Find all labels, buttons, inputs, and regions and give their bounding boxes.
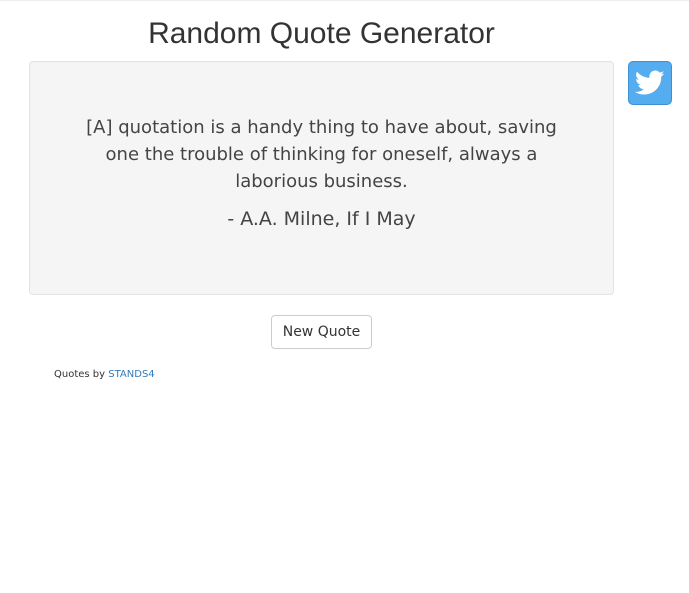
quote-card: [A] quotation is a handy thing to have a… xyxy=(29,61,614,295)
twitter-icon xyxy=(635,70,665,95)
credit-line: Quotes by STANDS4 xyxy=(54,369,155,380)
quote-author: - A.A. Milne, If I May xyxy=(227,208,416,230)
new-quote-button[interactable]: New Quote xyxy=(271,315,372,349)
top-divider xyxy=(0,0,689,1)
stands4-link[interactable]: STANDS4 xyxy=(108,369,154,380)
page-title: Random Quote Generator xyxy=(148,17,495,50)
credit-prefix: Quotes by xyxy=(54,369,106,380)
quote-text: [A] quotation is a handy thing to have a… xyxy=(86,117,557,192)
tweet-button[interactable] xyxy=(628,61,672,105)
